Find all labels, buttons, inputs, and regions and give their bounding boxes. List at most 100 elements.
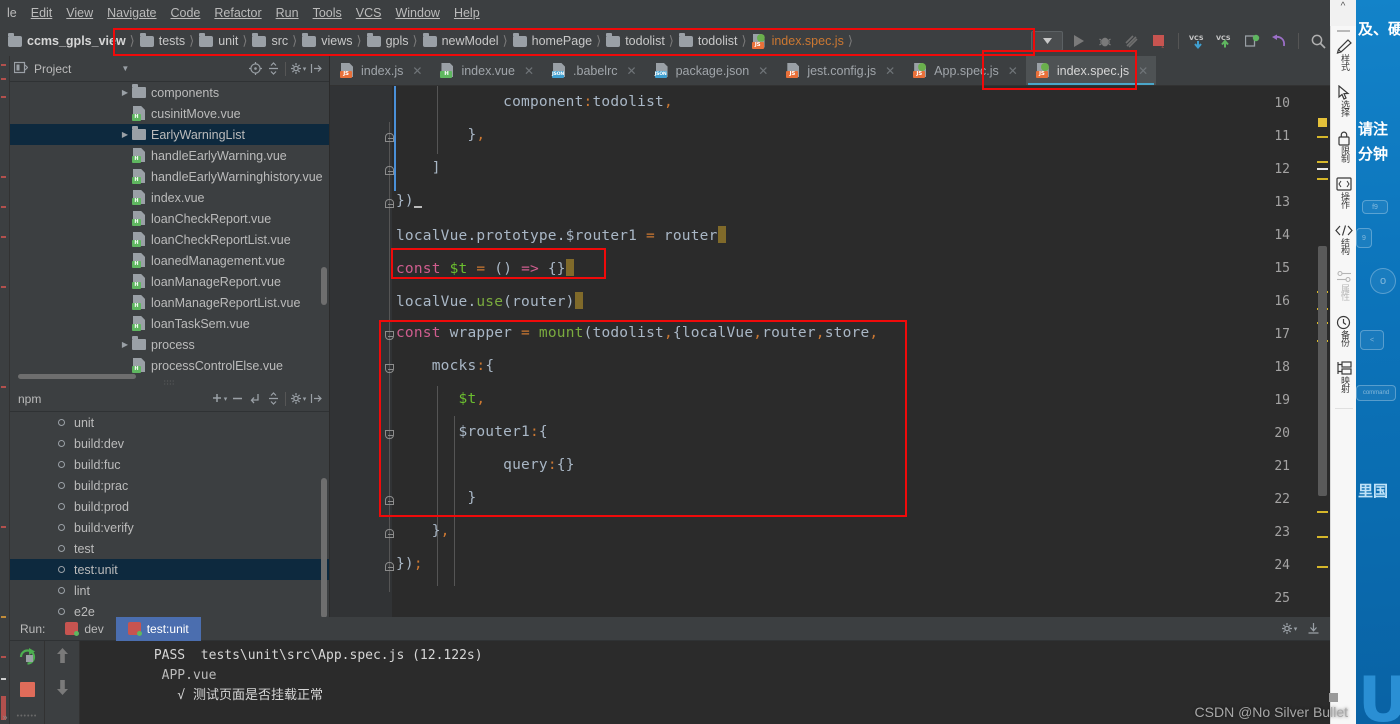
expand-arrow-icon[interactable]: ▶ (118, 340, 132, 349)
hide-panel-icon[interactable] (307, 390, 325, 408)
search-everywhere-button[interactable] (1306, 30, 1330, 52)
fold-marker-collapse[interactable] (384, 132, 395, 143)
breadcrumb-item-unit[interactable]: unit (195, 32, 241, 50)
fold-marker-expand[interactable] (384, 429, 395, 440)
tab-babelrc[interactable]: JSON .babelrc ✕ (542, 56, 645, 85)
collapse-all-icon[interactable] (264, 390, 282, 408)
close-icon[interactable]: ✕ (412, 64, 422, 78)
menu-view[interactable]: View (59, 3, 100, 23)
menu-edit[interactable]: Edit (24, 3, 60, 23)
fold-marker-collapse[interactable] (384, 528, 395, 539)
run-button[interactable] (1066, 30, 1090, 52)
tree-item-loancheckreport[interactable]: H loanCheckReport.vue (10, 208, 329, 229)
tree-item-process[interactable]: ▶ process (10, 334, 329, 355)
left-tool-strip[interactable] (0, 56, 10, 724)
tree-item-loanmanagereportlist[interactable]: H loanManageReportList.vue (10, 292, 329, 313)
window-collapse-button[interactable]: ^ (1330, 0, 1356, 26)
tab-app-spec[interactable]: JS App.spec.js ✕ (903, 56, 1026, 85)
settings-icon[interactable]: ▾ (289, 60, 307, 78)
rollback-button[interactable] (1267, 30, 1291, 52)
tree-item-handleearlywarning[interactable]: H handleEarlyWarning.vue (10, 145, 329, 166)
close-icon[interactable]: ✕ (1138, 64, 1148, 78)
code-editor[interactable]: 10 11 12 13 14 15 16 17 18 19 20 21 22 2… (330, 86, 1330, 617)
tree-item-loanmanagereport[interactable]: H loanManageReport.vue (10, 271, 329, 292)
project-tree[interactable]: ▶ components H cusinitMove.vue ▶ EarlyWa… (10, 82, 329, 380)
npm-script-test-unit[interactable]: test:unit (10, 559, 329, 580)
breadcrumb-item-todolist-2[interactable]: todolist (675, 32, 741, 50)
npm-script-build-verify[interactable]: build:verify (10, 517, 329, 538)
tree-item-index-vue[interactable]: H index.vue (10, 187, 329, 208)
breadcrumb-item-tests[interactable]: tests (136, 32, 188, 50)
vcs-commit-button[interactable]: VCS (1213, 30, 1237, 52)
run-tab-test-unit[interactable]: test:unit (115, 616, 201, 641)
tree-item-earlywarninglist[interactable]: ▶ EarlyWarningList (10, 124, 329, 145)
breadcrumb-item-src[interactable]: src (248, 32, 291, 50)
menu-navigate[interactable]: Navigate (100, 3, 163, 23)
debug-button[interactable] (1093, 30, 1117, 52)
tree-item-processcontrolelse[interactable]: H processControlElse.vue (10, 355, 329, 376)
scroll-up-icon[interactable] (55, 647, 70, 667)
remove-icon[interactable] (228, 390, 246, 408)
tree-item-cusinitmove[interactable]: H cusinitMove.vue (10, 103, 329, 124)
fold-marker-collapse[interactable] (384, 198, 395, 209)
editor-gutter[interactable] (330, 86, 392, 617)
menu-file[interactable]: le (0, 3, 24, 23)
vcs-update-button[interactable]: VCS (1186, 30, 1210, 52)
tab-index-vue[interactable]: H index.vue ✕ (430, 56, 542, 85)
tool-action[interactable]: 操作 (1331, 176, 1357, 214)
tab-package-json[interactable]: JSON package.json ✕ (645, 56, 777, 85)
close-icon[interactable]: ✕ (524, 64, 534, 78)
locate-icon[interactable] (246, 60, 264, 78)
drag-handle[interactable] (1337, 30, 1350, 32)
tool-structure[interactable]: 结构 (1331, 222, 1357, 260)
stop-icon[interactable] (19, 681, 36, 701)
breadcrumb-item-todolist-1[interactable]: todolist (602, 32, 668, 50)
close-icon[interactable]: ✕ (885, 64, 895, 78)
rerun-icon[interactable] (18, 647, 37, 669)
breadcrumb-project-root[interactable]: ccms_gpls_view (0, 32, 129, 50)
tree-item-handleearlywarninghistory[interactable]: H handleEarlyWarninghistory.vue (10, 166, 329, 187)
npm-script-build-prac[interactable]: build:prac (10, 475, 329, 496)
run-tab-dev[interactable]: dev (53, 617, 115, 641)
npm-script-build-fuc[interactable]: build:fuc (10, 454, 329, 475)
hide-panel-icon[interactable] (307, 60, 325, 78)
tool-style[interactable]: 样式 (1331, 38, 1357, 76)
tab-index-spec[interactable]: JS index.spec.js ✕ (1025, 56, 1157, 85)
npm-script-e2e[interactable]: e2e (10, 601, 329, 617)
close-icon[interactable]: ✕ (627, 64, 637, 78)
project-tree-horizontal-scrollbar[interactable] (18, 374, 136, 379)
npm-script-build-prod[interactable]: build:prod (10, 496, 329, 517)
npm-script-build-dev[interactable]: build:dev (10, 433, 329, 454)
npm-script-unit[interactable]: unit (10, 412, 329, 433)
breadcrumb-item-index-spec[interactable]: JS index.spec.js (748, 32, 847, 51)
scroll-down-icon[interactable] (55, 679, 70, 699)
menu-vcs[interactable]: VCS (349, 3, 389, 23)
add-icon[interactable]: ▾ (210, 390, 228, 408)
stop-button[interactable]: 2 (1147, 30, 1171, 52)
tool-select[interactable]: 选择 (1331, 84, 1357, 122)
expand-arrow-icon[interactable]: ▶ (118, 130, 132, 139)
export-icon[interactable] (1304, 620, 1322, 638)
editor-scrollbar-thumb[interactable] (1318, 246, 1327, 496)
coverage-button[interactable] (1120, 30, 1144, 52)
breadcrumb-item-views[interactable]: views (298, 32, 355, 50)
tool-restrict[interactable]: 限制 (1331, 130, 1357, 168)
gear-icon[interactable]: ▾ (1280, 620, 1298, 638)
settings-icon[interactable]: ▾ (289, 390, 307, 408)
expand-tool-window-button[interactable]: » (0, 712, 10, 722)
npm-script-lint[interactable]: lint (10, 580, 329, 601)
collapse-all-icon[interactable] (264, 60, 282, 78)
tool-backup[interactable]: 备份 (1331, 314, 1357, 352)
fold-marker-expand[interactable] (384, 363, 395, 374)
chevron-down-icon[interactable]: ▼ (121, 64, 129, 73)
tab-index-js[interactable]: JS index.js ✕ (330, 56, 430, 85)
tree-item-loantasksem[interactable]: H loanTaskSem.vue (10, 313, 329, 334)
fold-marker-collapse[interactable] (384, 561, 395, 572)
fold-marker-collapse[interactable] (384, 165, 395, 176)
menu-help[interactable]: Help (447, 3, 487, 23)
menu-refactor[interactable]: Refactor (207, 3, 268, 23)
close-icon[interactable]: ✕ (1008, 64, 1018, 78)
editor-marker-bar[interactable] (1316, 116, 1330, 617)
breadcrumb-item-newmodel[interactable]: newModel (419, 32, 502, 50)
expand-arrow-icon[interactable]: ▶ (118, 88, 132, 97)
